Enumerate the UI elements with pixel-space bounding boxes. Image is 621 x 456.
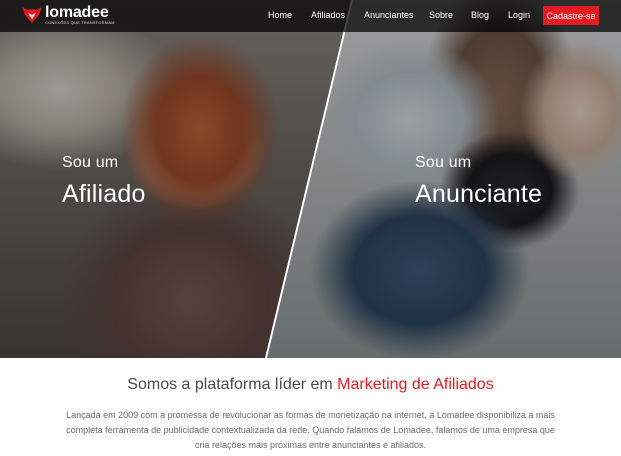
nav-sobre[interactable]: Sobre — [429, 10, 453, 20]
brand-name: lomadee — [45, 4, 109, 21]
top-nav: lomadee CONEXÕES QUE TRANSFORMAM Home Af… — [0, 0, 621, 32]
signup-button[interactable]: Cadastre-se — [543, 6, 599, 25]
affiliate-title[interactable]: Afiliado — [62, 180, 146, 209]
advertiser-prefix: Sou um — [415, 154, 472, 171]
nav-home[interactable]: Home — [268, 10, 292, 20]
intro-section: Somos a plataforma líder em Marketing de… — [0, 358, 621, 456]
nav-login[interactable]: Login — [508, 10, 530, 20]
nav-blog[interactable]: Blog — [471, 10, 489, 20]
intro-headline: Somos a plataforma líder em Marketing de… — [0, 376, 621, 394]
brand-tagline: CONEXÕES QUE TRANSFORMAM — [45, 20, 115, 25]
advertiser-title[interactable]: Anunciante — [415, 180, 542, 209]
headline-prefix: Somos a plataforma líder em — [127, 376, 338, 393]
intro-description: Lançada em 2009 com a promessa de revolu… — [66, 410, 555, 450]
hero-banner: Sou um Afiliado Sou um Anunciante — [0, 0, 621, 358]
nav-anunciantes[interactable]: Anunciantes — [364, 10, 414, 20]
brand-logo[interactable]: lomadee CONEXÕES QUE TRANSFORMAM — [22, 5, 115, 25]
headline-accent: Marketing de Afiliados — [337, 376, 494, 393]
affiliate-prefix: Sou um — [62, 154, 119, 171]
hero-divider — [265, 0, 353, 358]
fox-logo-icon — [22, 7, 42, 23]
nav-afiliados[interactable]: Afiliados — [311, 10, 345, 20]
